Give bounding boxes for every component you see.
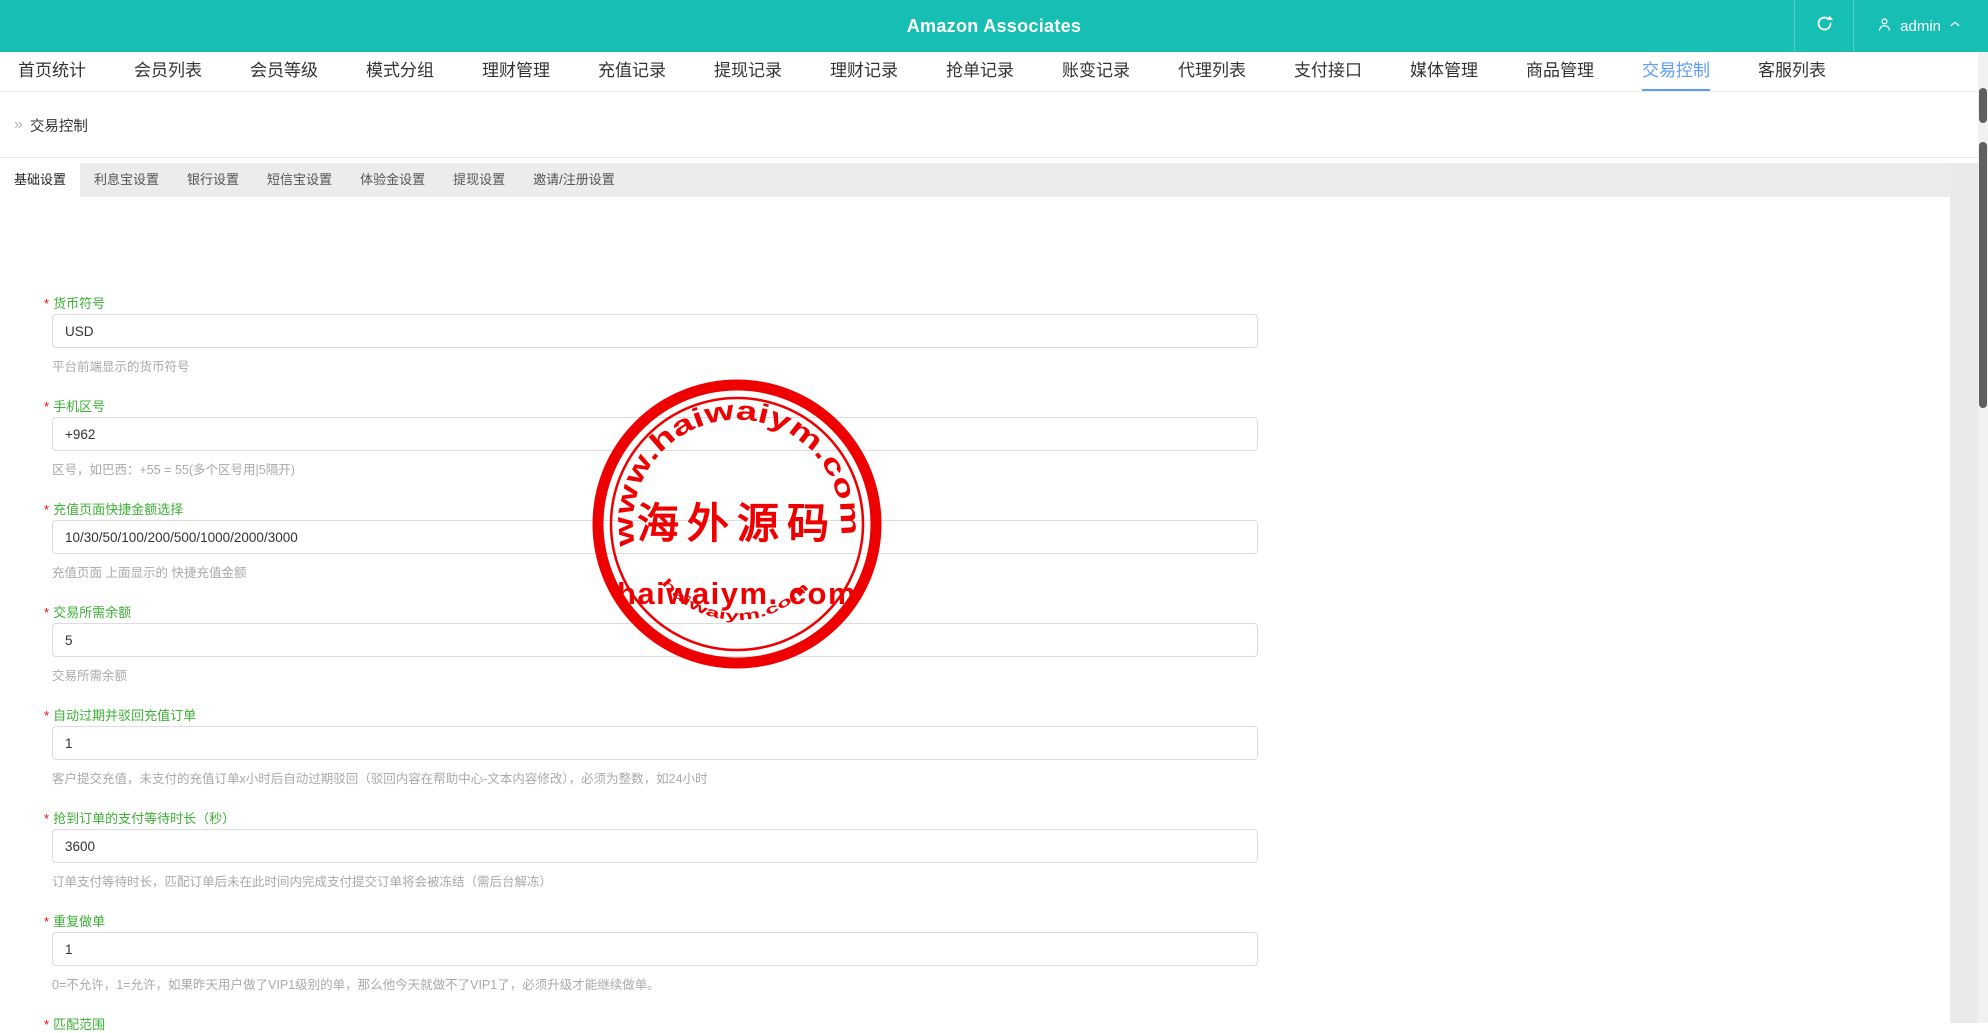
refresh-button[interactable] — [1795, 0, 1853, 52]
field-label: *自动过期并驳回充值订单 — [44, 708, 1950, 724]
field-help: 区号，如巴西：+55 = 55(多个区号用|5隔开) — [52, 463, 1950, 478]
chevron-up-icon — [1948, 17, 1962, 35]
quick-amount-input[interactable] — [52, 520, 1258, 554]
header-actions: admin — [1794, 0, 1988, 52]
field-label: *手机区号 — [44, 399, 1950, 415]
required-asterisk: * — [44, 914, 49, 929]
settings-tabs: 基础设置 利息宝设置 银行设置 短信宝设置 体验金设置 提现设置 邀请/注册设置 — [0, 163, 1950, 197]
nav-item-finance-records[interactable]: 理财记录 — [830, 52, 898, 91]
nav-item-balance-change-records[interactable]: 账变记录 — [1062, 52, 1130, 91]
required-balance-field: *交易所需余额 交易所需余额 — [44, 605, 1950, 684]
required-asterisk: * — [44, 296, 49, 311]
nav-item-withdraw-records[interactable]: 提现记录 — [714, 52, 782, 91]
field-help: 订单支付等待时长，匹配订单后未在此时间内完成支付提交订单将会被冻结（需后台解冻） — [52, 875, 1950, 890]
user-icon — [1876, 16, 1893, 37]
next-field-clipped: *匹配范围 — [44, 1017, 1950, 1033]
repeat-order-input[interactable] — [52, 932, 1258, 966]
required-asterisk: * — [44, 399, 49, 414]
scrollbar[interactable] — [1978, 52, 1988, 1023]
username: admin — [1900, 18, 1941, 35]
field-label: *充值页面快捷金额选择 — [44, 502, 1950, 518]
tab-content-basic-settings: *货币符号 平台前端显示的货币符号 *手机区号 区号，如巴西：+55 = 55(… — [0, 197, 1950, 1023]
required-asterisk: * — [44, 502, 49, 517]
breadcrumb-label: 交易控制 — [30, 115, 88, 136]
tab-lixibao-settings[interactable]: 利息宝设置 — [80, 163, 173, 197]
phone-area-code-input[interactable] — [52, 417, 1258, 451]
field-label: *匹配范围 — [44, 1017, 1950, 1033]
repeat-order-field: *重复做单 0=不允许，1=允许，如果昨天用户做了VIP1级别的单，那么他今天就… — [44, 914, 1950, 993]
nav-item-member-list[interactable]: 会员列表 — [134, 52, 202, 91]
nav-item-payment-api[interactable]: 支付接口 — [1294, 52, 1362, 91]
pay-wait-time-field: *抢到订单的支付等待时长（秒） 订单支付等待时长，匹配订单后未在此时间内完成支付… — [44, 811, 1950, 890]
quick-amount-field: *充值页面快捷金额选择 充值页面 上面显示的 快捷充值金额 — [44, 502, 1950, 581]
tab-basic-settings[interactable]: 基础设置 — [0, 163, 80, 197]
content-right-gutter — [1950, 163, 1978, 1023]
nav-item-member-level[interactable]: 会员等级 — [250, 52, 318, 91]
nav-item-product-manage[interactable]: 商品管理 — [1526, 52, 1594, 91]
required-asterisk: * — [44, 605, 49, 620]
required-balance-input[interactable] — [52, 623, 1258, 657]
auto-expire-order-input[interactable] — [52, 726, 1258, 760]
user-menu[interactable]: admin — [1854, 0, 1988, 52]
phone-area-code-field: *手机区号 区号，如巴西：+55 = 55(多个区号用|5隔开) — [44, 399, 1950, 478]
app-title: Amazon Associates — [0, 0, 1988, 52]
nav-item-home-stats[interactable]: 首页统计 — [18, 52, 86, 91]
field-label: *交易所需余额 — [44, 605, 1950, 621]
refresh-icon — [1815, 14, 1834, 38]
breadcrumb: » 交易控制 — [0, 93, 1988, 158]
nav-item-mode-group[interactable]: 模式分组 — [366, 52, 434, 91]
field-help: 交易所需余额 — [52, 669, 1950, 684]
field-help: 充值页面 上面显示的 快捷充值金额 — [52, 566, 1950, 581]
required-asterisk: * — [44, 1017, 49, 1032]
tab-invite-register-settings[interactable]: 邀请/注册设置 — [519, 163, 629, 197]
field-label: *重复做单 — [44, 914, 1950, 930]
required-asterisk: * — [44, 708, 49, 723]
nav-item-media-manage[interactable]: 媒体管理 — [1410, 52, 1478, 91]
nav-item-transaction-control[interactable]: 交易控制 — [1642, 52, 1710, 91]
scrollbar-thumb[interactable] — [1979, 88, 1987, 123]
nav-item-finance-manage[interactable]: 理财管理 — [482, 52, 550, 91]
nav-item-customer-service-list[interactable]: 客服列表 — [1758, 52, 1826, 91]
double-chevron-right-icon: » — [14, 116, 23, 134]
pay-wait-time-input[interactable] — [52, 829, 1258, 863]
currency-symbol-field: *货币符号 平台前端显示的货币符号 — [44, 296, 1950, 375]
tab-sms-settings[interactable]: 短信宝设置 — [253, 163, 346, 197]
tab-bank-settings[interactable]: 银行设置 — [173, 163, 253, 197]
tab-withdraw-settings[interactable]: 提现设置 — [439, 163, 519, 197]
field-help: 0=不允许，1=允许，如果昨天用户做了VIP1级别的单，那么他今天就做不了VIP… — [52, 978, 1950, 993]
main-nav: 首页统计 会员列表 会员等级 模式分组 理财管理 充值记录 提现记录 理财记录 … — [0, 52, 1988, 92]
field-help: 平台前端显示的货币符号 — [52, 360, 1950, 375]
app-header: Amazon Associates admin — [0, 0, 1988, 52]
nav-item-agent-list[interactable]: 代理列表 — [1178, 52, 1246, 91]
scrollbar-thumb[interactable] — [1979, 142, 1987, 408]
required-asterisk: * — [44, 811, 49, 826]
field-help: 客户提交充值，未支付的充值订单x小时后自动过期驳回（驳回内容在帮助中心-文本内容… — [52, 772, 1950, 787]
tab-trial-fund-settings[interactable]: 体验金设置 — [346, 163, 439, 197]
field-label: *货币符号 — [44, 296, 1950, 312]
nav-item-order-grab-records[interactable]: 抢单记录 — [946, 52, 1014, 91]
currency-symbol-input[interactable] — [52, 314, 1258, 348]
auto-expire-order-field: *自动过期并驳回充值订单 客户提交充值，未支付的充值订单x小时后自动过期驳回（驳… — [44, 708, 1950, 787]
nav-item-recharge-records[interactable]: 充值记录 — [598, 52, 666, 91]
field-label: *抢到订单的支付等待时长（秒） — [44, 811, 1950, 827]
